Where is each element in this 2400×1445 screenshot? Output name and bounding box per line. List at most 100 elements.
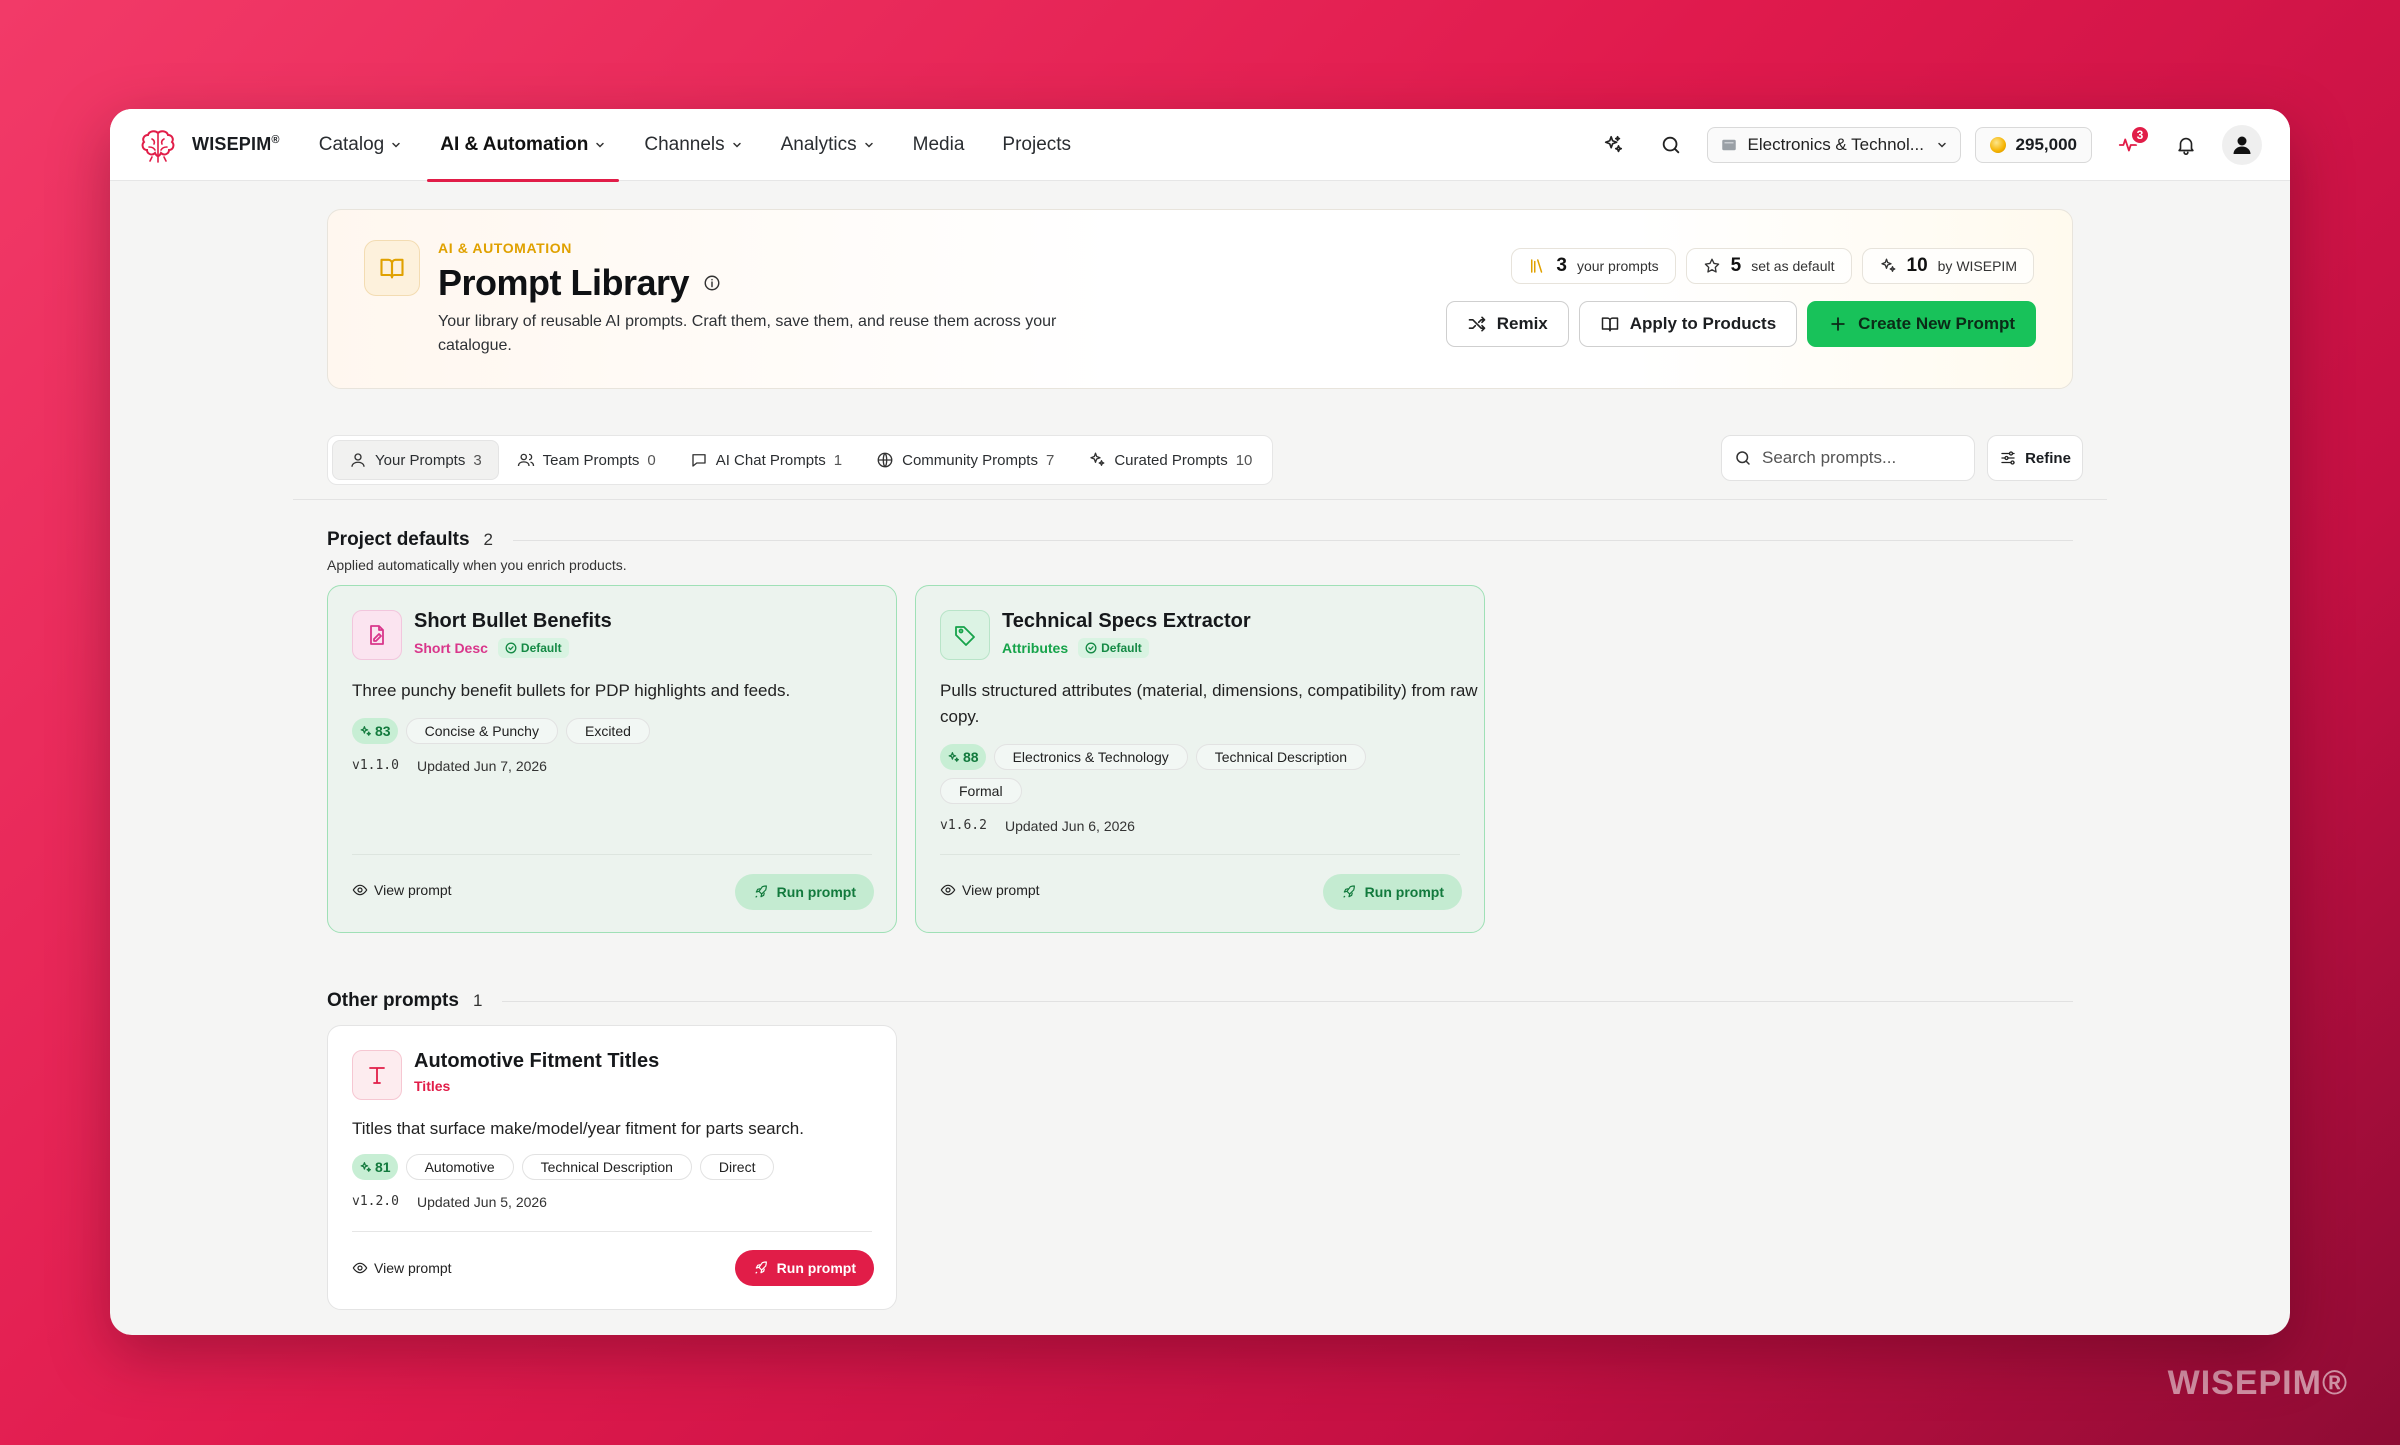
- tag: Formal: [940, 778, 1022, 804]
- brand-logo[interactable]: WISEPIM®: [138, 125, 280, 165]
- brand-watermark: WISEPIM®: [2167, 1364, 2348, 1402]
- nav-item-channels[interactable]: Channels: [631, 109, 755, 181]
- tag: Technical Description: [521, 1154, 692, 1180]
- chevron-down-icon: [596, 142, 605, 148]
- sparkles-icon: [1090, 452, 1105, 466]
- card-tags: 83 Concise & Punchy Excited: [352, 718, 650, 744]
- search-input[interactable]: [1762, 448, 1952, 468]
- sparkles-icon: [1880, 258, 1895, 272]
- search-icon: [1662, 136, 1679, 153]
- updated-label: Updated Jun 7, 2026: [416, 758, 547, 774]
- nav-item-label: Analytics: [780, 133, 857, 155]
- view-prompt-link[interactable]: View prompt: [352, 882, 452, 898]
- tab-ai-chat-prompts[interactable]: AI Chat Prompts 1: [674, 440, 858, 480]
- chevron-down-icon: [732, 142, 741, 148]
- shuffle-icon: [1468, 316, 1486, 332]
- score-value: 88: [963, 749, 979, 765]
- card-category: Short Desc: [414, 640, 488, 656]
- notifications-button[interactable]: [2164, 123, 2208, 167]
- tab-count: 1: [833, 451, 843, 469]
- run-prompt-button[interactable]: Run prompt: [1322, 874, 1462, 910]
- prompt-card-technical-specs-extractor[interactable]: Technical Specs Extractor Attributes Def…: [915, 585, 1485, 933]
- chevron-down-icon: [392, 142, 400, 148]
- version-label: v1.6.2: [940, 818, 987, 833]
- nav-item-analytics[interactable]: Analytics: [768, 109, 888, 181]
- user-avatar-icon: [2233, 136, 2251, 154]
- card-category: Attributes: [1002, 640, 1069, 656]
- remix-label: Remix: [1496, 314, 1548, 333]
- chevron-down-icon: [1937, 142, 1946, 148]
- card-tags: 81 Automotive Technical Description Dire…: [352, 1154, 775, 1180]
- updated-label: Updated Jun 6, 2026: [1004, 818, 1135, 834]
- activity-button[interactable]: 3: [2106, 123, 2150, 167]
- card-category: Titles: [414, 1078, 451, 1094]
- card-title: Automotive Fitment Titles: [414, 1050, 660, 1072]
- tab-label: Team Prompts: [542, 451, 640, 469]
- tab-team-prompts[interactable]: Team Prompts 0: [501, 440, 672, 480]
- library-icon: [1531, 259, 1543, 273]
- prompt-search[interactable]: [1721, 435, 1975, 481]
- rocket-icon: [1342, 885, 1355, 898]
- section-count: 2: [483, 530, 494, 549]
- nav-item-media[interactable]: Media: [900, 109, 978, 181]
- ai-sparkles-button[interactable]: [1591, 123, 1635, 167]
- tab-curated-prompts[interactable]: Curated Prompts 10: [1072, 440, 1268, 480]
- app-window: WISEPIM® Catalog AI & Automation Channels A…: [110, 109, 2290, 1335]
- refine-button[interactable]: Refine: [1987, 435, 2083, 481]
- sparkles-icon: [948, 751, 959, 762]
- tag: Automotive: [405, 1154, 514, 1180]
- section-other-prompts: Other prompts 1: [327, 990, 2073, 1012]
- run-label: Run prompt: [1364, 884, 1444, 900]
- default-label: Default: [520, 641, 562, 655]
- globe-icon: [877, 452, 893, 468]
- sparkles-icon: [360, 725, 371, 736]
- credits-balance[interactable]: 295,000: [1974, 126, 2092, 163]
- view-prompt-link[interactable]: View prompt: [352, 1260, 452, 1276]
- stat-by-wisepim: 10 by WISEPIM: [1861, 248, 2034, 284]
- check-circle-icon: [1085, 642, 1097, 654]
- apply-to-products-button[interactable]: Apply to Products: [1578, 301, 1798, 347]
- plus-icon: [1831, 317, 1845, 331]
- page-header-card: AI & AUTOMATION Prompt Library Your libr…: [327, 209, 2073, 389]
- card-divider: [352, 854, 872, 855]
- section-title: Other prompts: [327, 990, 459, 1011]
- run-prompt-button[interactable]: Run prompt: [734, 1250, 874, 1286]
- card-meta: Attributes Default: [1002, 638, 1149, 658]
- tab-community-prompts[interactable]: Community Prompts 7: [860, 440, 1070, 480]
- info-icon[interactable]: [703, 274, 721, 292]
- tab-count: 3: [473, 451, 482, 469]
- create-new-prompt-button[interactable]: Create New Prompt: [1807, 301, 2036, 347]
- user-avatar[interactable]: [2222, 124, 2262, 165]
- page-description: Your library of reusable AI prompts. Cra…: [438, 313, 1057, 354]
- store-selector-label: Electronics & Technol...: [1747, 134, 1924, 154]
- quality-score: 88: [940, 744, 986, 770]
- default-label: Default: [1101, 641, 1142, 655]
- top-nav: WISEPIM® Catalog AI & Automation Channels A…: [110, 109, 2290, 182]
- tag-icon: [940, 610, 990, 660]
- view-label: View prompt: [374, 882, 452, 898]
- tab-count: 0: [647, 451, 656, 469]
- global-search-button[interactable]: [1649, 123, 1693, 167]
- nav-item-ai-automation[interactable]: AI & Automation: [427, 109, 620, 182]
- remix-button[interactable]: Remix: [1445, 301, 1569, 347]
- updated-label: Updated Jun 5, 2026: [416, 1194, 547, 1210]
- star-icon: [1704, 258, 1719, 273]
- refine-label: Refine: [2025, 449, 2071, 467]
- prompt-card-automotive-fitment-titles[interactable]: Automotive Fitment Titles Titles Titles …: [327, 1025, 897, 1310]
- prompt-card-short-bullet-benefits[interactable]: Short Bullet Benefits Short Desc Default…: [327, 585, 897, 933]
- nav-item-catalog[interactable]: Catalog: [306, 109, 416, 181]
- nav-item-projects[interactable]: Projects: [989, 109, 1084, 181]
- section-title: Project defaults: [327, 529, 470, 550]
- document-edit-icon: [352, 610, 402, 660]
- quality-score: 81: [352, 1154, 398, 1180]
- main-menu: Catalog AI & Automation Channels Analytics M…: [306, 109, 1096, 182]
- tab-your-prompts[interactable]: Your Prompts 3: [332, 440, 499, 480]
- tab-label: Community Prompts: [902, 451, 1038, 469]
- run-prompt-button[interactable]: Run prompt: [734, 874, 874, 910]
- stat-value: 5: [1730, 255, 1742, 276]
- store-selector[interactable]: Electronics & Technol...: [1706, 126, 1961, 163]
- view-prompt-link[interactable]: View prompt: [940, 882, 1040, 898]
- section-rule: [513, 539, 2073, 541]
- prompt-tabs: Your Prompts 3 Team Prompts 0 AI Chat Pr…: [327, 435, 1274, 485]
- bell-icon: [2178, 137, 2194, 155]
